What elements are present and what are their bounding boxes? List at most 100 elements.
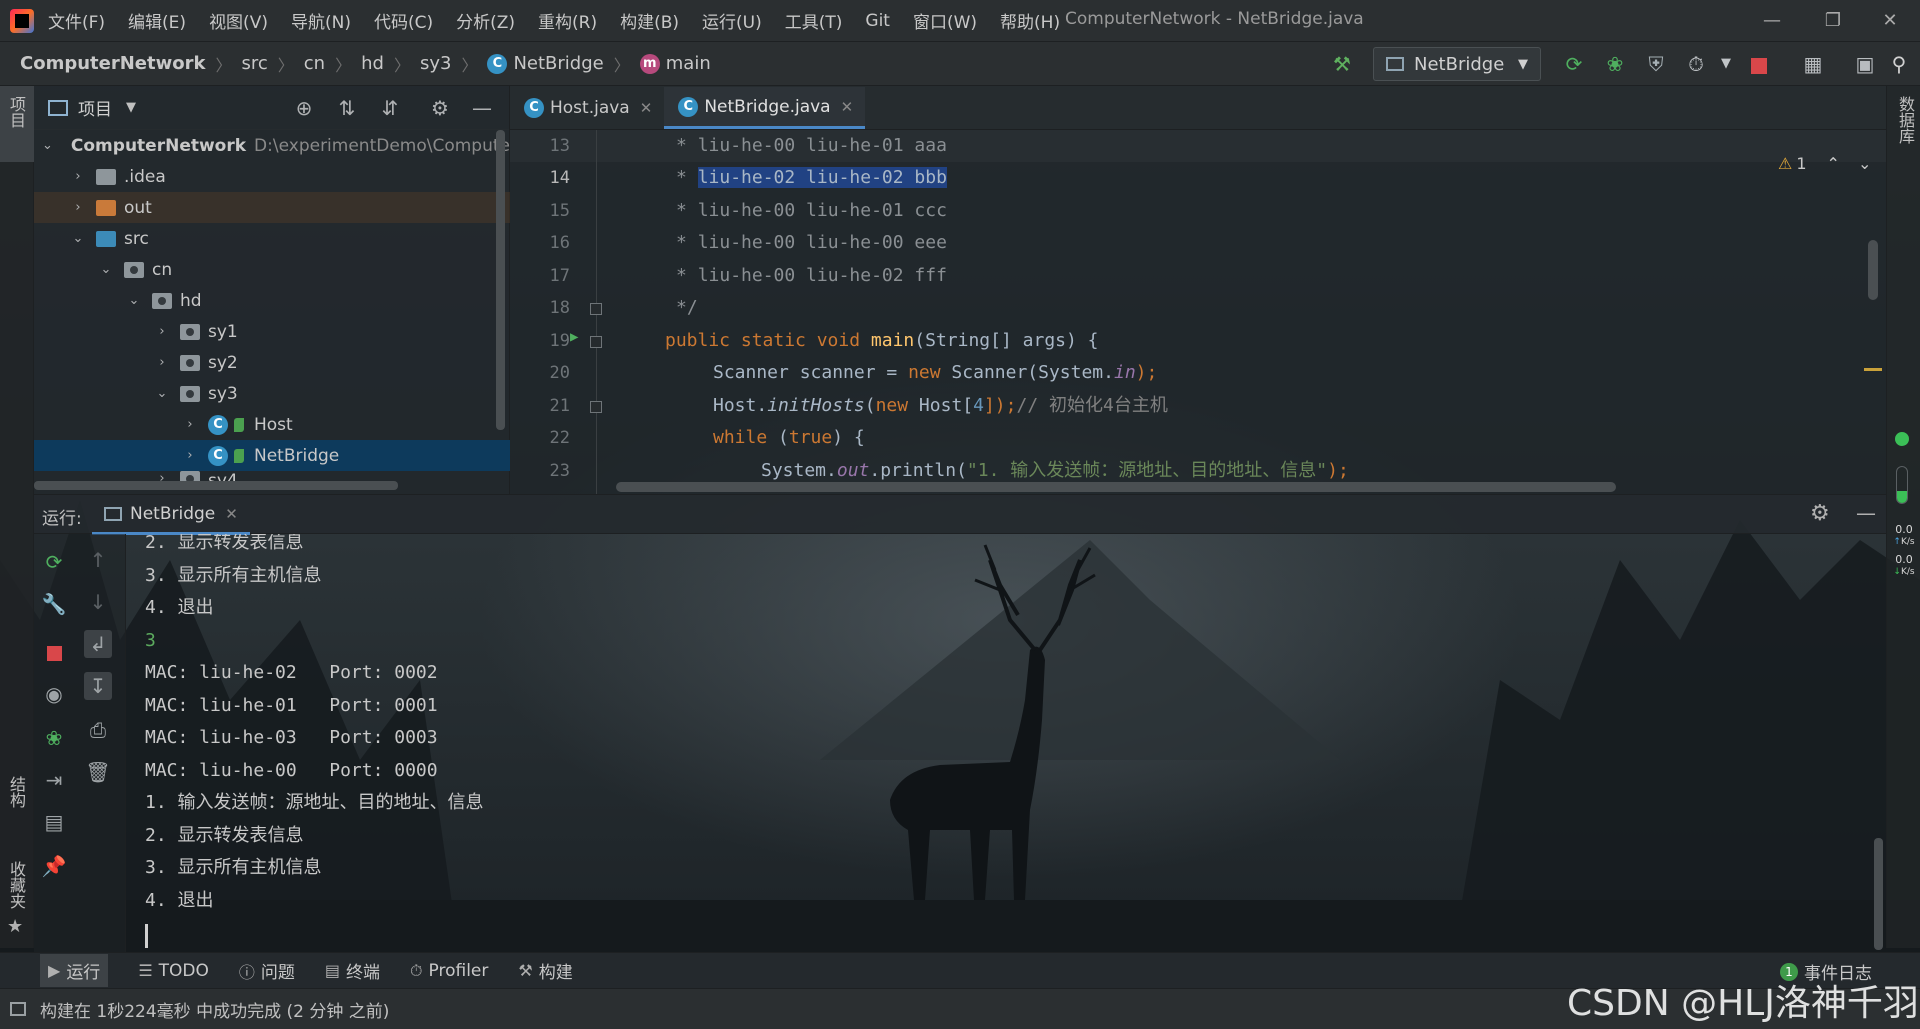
expand-all-icon[interactable]: ⇅ <box>333 94 361 122</box>
fold-icon[interactable] <box>590 401 602 413</box>
close-tab-icon[interactable]: ✕ <box>640 99 653 117</box>
breadcrumb-src[interactable]: src <box>241 53 267 74</box>
tree-item-hd[interactable]: ⌄ hd <box>34 285 510 316</box>
menu-view[interactable]: 视图(V) <box>209 8 268 33</box>
menu-build[interactable]: 构建(B) <box>620 8 679 33</box>
debug-icon[interactable]: ❀ <box>1601 50 1629 78</box>
tool-problems[interactable]: ⓘ 问题 <box>239 958 295 984</box>
minimize-icon[interactable]: — <box>1752 6 1792 36</box>
stop-icon[interactable] <box>1745 50 1773 78</box>
favorites-side-tab[interactable]: 收藏夹 <box>4 861 28 909</box>
project-side-tab[interactable]: 项目 <box>0 86 34 162</box>
star-icon[interactable]: ★ <box>7 916 23 937</box>
tree-item-project-root[interactable]: ⌄ ComputerNetwork D:\experimentDemo\Comp… <box>34 130 510 161</box>
layout-icon[interactable]: ▤ <box>40 808 68 836</box>
camera-icon[interactable]: ◉ <box>40 680 68 708</box>
fold-icon[interactable] <box>590 303 602 315</box>
tree-item-sy1[interactable]: › sy1 <box>34 316 510 347</box>
chevron-down-icon[interactable]: ⌄ <box>42 138 53 153</box>
chevron-down-icon[interactable]: ⌄ <box>154 386 170 401</box>
arrow-down-icon[interactable]: ↓ <box>84 588 112 616</box>
rerun-icon[interactable]: ⟳ <box>40 548 68 576</box>
database-side-tab[interactable]: 数据库 <box>1893 96 1917 144</box>
soft-wrap-icon[interactable]: ↲ <box>84 630 112 658</box>
breadcrumb-sy3[interactable]: sy3 <box>420 53 451 74</box>
scroll-to-end-icon[interactable]: ↧ <box>84 672 112 700</box>
inspection-widget[interactable]: ⚠ 1 ⌃ ⌄ <box>1778 154 1871 173</box>
collapse-all-icon[interactable]: ⇵ <box>376 94 404 122</box>
chevron-down-icon[interactable]: ▼ <box>126 100 136 115</box>
gear-icon[interactable]: ⚙ <box>1810 501 1830 526</box>
tree-item-host[interactable]: › C Host <box>34 409 510 440</box>
menu-window[interactable]: 窗口(W) <box>913 8 977 33</box>
project-structure-icon[interactable]: ▦ <box>1799 50 1827 78</box>
status-message[interactable]: 构建在 1秒224毫秒 中成功完成 (2 分钟 之前) <box>40 997 389 1022</box>
tree-item-netbridge[interactable]: › C NetBridge <box>34 440 510 471</box>
chevron-up-icon[interactable]: ⌃ <box>1827 154 1840 173</box>
menu-run[interactable]: 运行(U) <box>702 8 762 33</box>
chevron-right-icon[interactable]: › <box>154 355 170 370</box>
vertical-scrollbar[interactable] <box>1874 838 1883 950</box>
search-icon[interactable]: ⚲ <box>1885 50 1913 78</box>
profile-icon[interactable]: ⏱ <box>1682 50 1710 78</box>
run-configuration-selector[interactable]: NetBridge ▼ <box>1373 47 1541 81</box>
panel-toggle-icon[interactable] <box>10 1002 26 1016</box>
chevron-right-icon[interactable]: › <box>182 448 198 463</box>
menu-edit[interactable]: 编辑(E) <box>128 8 186 33</box>
breadcrumb-hd[interactable]: hd <box>361 53 384 74</box>
menu-tools[interactable]: 工具(T) <box>785 8 843 33</box>
chevron-down-icon[interactable]: ⌄ <box>1858 154 1871 173</box>
run-tab-netbridge[interactable]: NetBridge ✕ <box>92 495 250 535</box>
menu-refactor[interactable]: 重构(R) <box>538 8 597 33</box>
chevron-right-icon[interactable]: › <box>182 417 198 432</box>
trash-icon[interactable]: 🗑 <box>84 758 112 786</box>
menu-file[interactable]: 文件(F) <box>48 8 105 33</box>
horizontal-scrollbar[interactable] <box>616 482 1616 492</box>
project-panel-title[interactable]: 项目 <box>78 95 112 120</box>
menu-analyze[interactable]: 分析(Z) <box>456 8 515 33</box>
close-tab-icon[interactable]: ✕ <box>225 505 238 523</box>
vertical-scrollbar[interactable] <box>1868 240 1878 300</box>
warning-stripe-marker[interactable] <box>1864 368 1882 371</box>
tab-netbridge-java[interactable]: C NetBridge.java ✕ <box>664 87 866 129</box>
menu-code[interactable]: 代码(C) <box>374 8 433 33</box>
tree-item-out[interactable]: › out <box>34 192 510 223</box>
chevron-right-icon[interactable]: › <box>70 200 86 215</box>
console-output[interactable]: 2. 显示转发表信息 3. 显示所有主机信息 4. 退出 3 MAC: liu-… <box>126 534 1886 952</box>
tool-run[interactable]: ▶ 运行 <box>40 954 109 987</box>
chevron-down-icon[interactable]: ⌄ <box>126 293 142 308</box>
breadcrumb-project[interactable]: ComputerNetwork <box>20 53 205 74</box>
menu-navigate[interactable]: 导航(N) <box>291 8 351 33</box>
run-gutter-icon[interactable]: ▶ <box>570 329 578 345</box>
tab-host-java[interactable]: C Host.java ✕ <box>510 87 664 129</box>
tree-item-idea[interactable]: › .idea <box>34 161 510 192</box>
hide-panel-icon[interactable]: — <box>468 94 496 122</box>
code-area[interactable]: 13 14 15 16 17 18 19 20 21 22 23 ▶ * liu… <box>510 130 1886 494</box>
close-window-icon[interactable]: ✕ <box>1870 6 1910 36</box>
chevron-down-icon[interactable]: ⌄ <box>98 262 114 277</box>
pin-icon[interactable]: 📌 <box>40 852 68 880</box>
build-hammer-icon[interactable]: ⚒ <box>1328 50 1356 78</box>
tree-item-sy2[interactable]: › sy2 <box>34 347 510 378</box>
fold-icon[interactable] <box>590 336 602 348</box>
structure-side-tab[interactable]: 结构 <box>4 776 28 808</box>
rerun-icon[interactable]: ⟳ <box>1560 50 1588 78</box>
gear-icon[interactable]: ⚙ <box>426 94 454 122</box>
horizontal-scrollbar[interactable] <box>34 481 398 490</box>
tool-todo[interactable]: ☰ TODO <box>138 961 209 981</box>
terminal-window-icon[interactable]: ▣ <box>1851 50 1879 78</box>
coverage-icon[interactable]: ⛨ <box>1642 50 1670 78</box>
menu-help[interactable]: 帮助(H) <box>1000 8 1060 33</box>
hide-panel-icon[interactable]: — <box>1856 501 1876 525</box>
stop-icon[interactable] <box>40 638 68 666</box>
arrow-up-icon[interactable]: ↑ <box>84 546 112 574</box>
chevron-right-icon[interactable]: › <box>154 324 170 339</box>
tree-item-cn[interactable]: ⌄ cn <box>34 254 510 285</box>
breadcrumb-cn[interactable]: cn <box>304 53 325 74</box>
tree-item-sy3[interactable]: ⌄ sy3 <box>34 378 510 409</box>
close-tab-icon[interactable]: ✕ <box>841 98 854 116</box>
chevron-right-icon[interactable]: › <box>70 169 86 184</box>
wrench-icon[interactable]: 🔧 <box>40 590 68 618</box>
tool-build[interactable]: ⚒ 构建 <box>518 958 572 983</box>
tool-profiler[interactable]: ⏱ Profiler <box>410 961 488 981</box>
